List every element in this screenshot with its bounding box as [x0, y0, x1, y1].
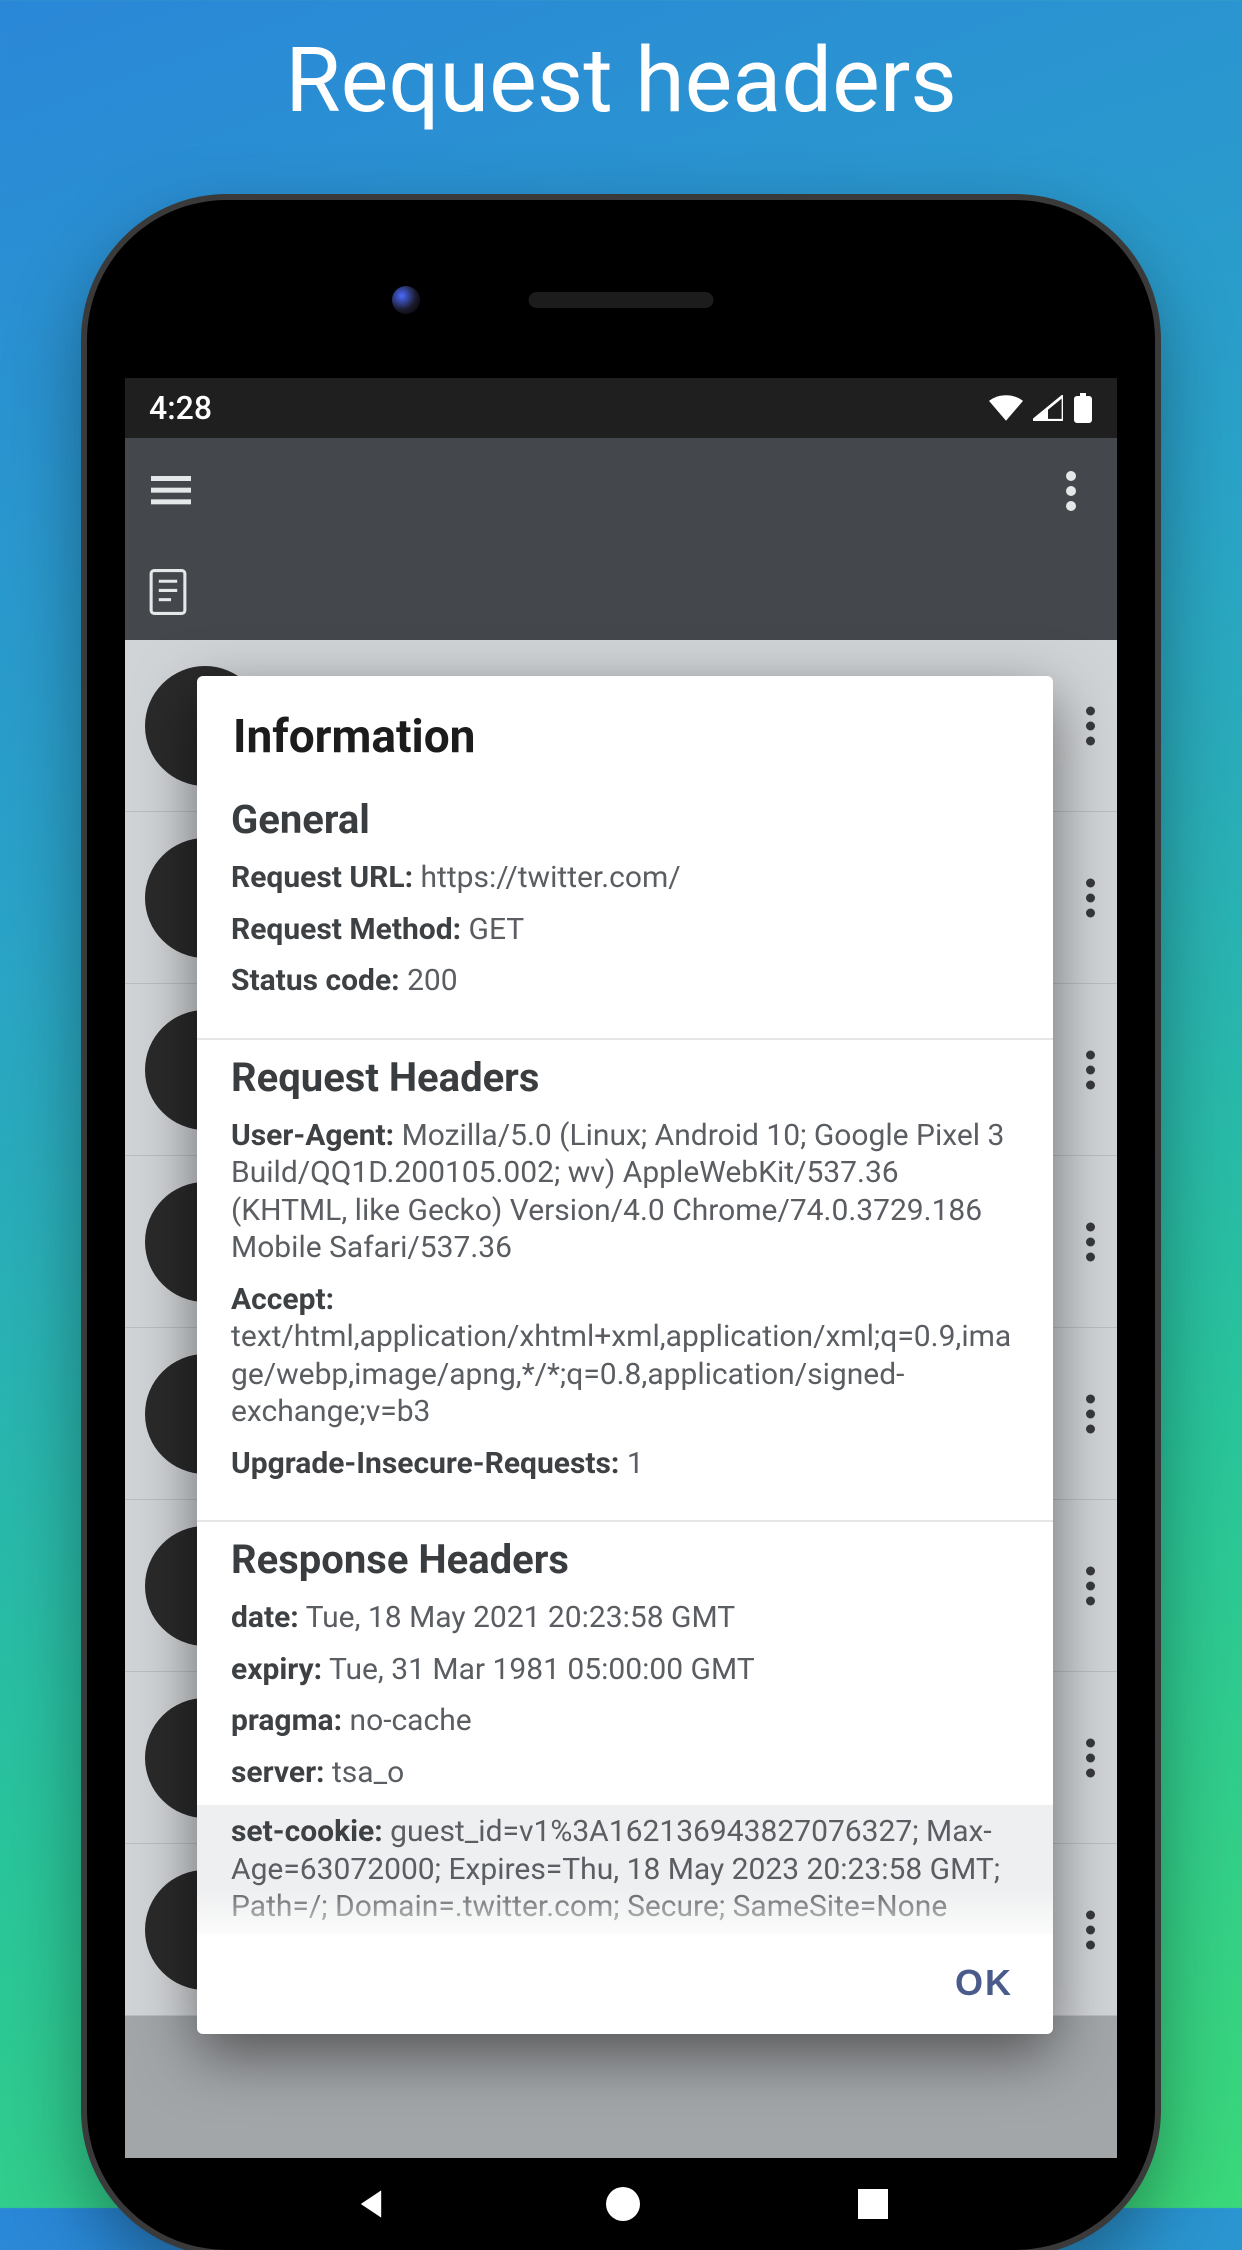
phone-frame: 4:28 ETETETETETETETsharedCore.fe7d3745.j… — [87, 200, 1155, 2250]
promo-title: Request headers — [0, 0, 1242, 133]
resp-server: server: tsa_o — [231, 1754, 1019, 1792]
general-method: Request Method: GET — [231, 911, 1019, 949]
req-user-agent: User-Agent: Mozilla/5.0 (Linux; Android … — [231, 1117, 1019, 1267]
signal-icon — [1033, 395, 1063, 421]
resp-expiry: expiry: Tue, 31 Mar 1981 05:00:00 GMT — [231, 1651, 1019, 1689]
row-overflow-icon[interactable] — [1086, 1050, 1095, 1089]
overflow-button[interactable] — [1049, 469, 1093, 513]
row-overflow-icon[interactable] — [1086, 1738, 1095, 1777]
section-request-headers: Request Headers User-Agent: Mozilla/5.0 … — [197, 1038, 1053, 1521]
dialog-body[interactable]: General Request URL: https://twitter.com… — [197, 782, 1053, 1944]
wifi-icon — [989, 395, 1023, 421]
row-overflow-icon[interactable] — [1086, 1222, 1095, 1261]
req-upgrade-insecure: Upgrade-Insecure-Requests: 1 — [231, 1445, 1019, 1483]
app-subbar — [125, 544, 1117, 640]
section-heading: Request Headers — [231, 1054, 1019, 1101]
status-time: 4:28 — [149, 389, 212, 427]
section-heading: General — [231, 796, 1019, 843]
android-navbar — [125, 2158, 1117, 2250]
section-response-headers: Response Headers date: Tue, 18 May 2021 … — [197, 1520, 1053, 1944]
row-overflow-icon[interactable] — [1086, 1910, 1095, 1949]
information-dialog: Information General Request URL: https:/… — [197, 676, 1053, 2034]
req-accept: Accept: text/html,application/xhtml+xml,… — [231, 1281, 1019, 1431]
battery-icon — [1073, 393, 1093, 423]
resp-date: date: Tue, 18 May 2021 20:23:58 GMT — [231, 1599, 1019, 1637]
menu-button[interactable] — [149, 469, 193, 513]
row-overflow-icon[interactable] — [1086, 1394, 1095, 1433]
row-overflow-icon[interactable] — [1086, 706, 1095, 745]
document-icon — [149, 569, 187, 615]
resp-set-cookie: set-cookie: guest_id=v1%3A16213694382707… — [197, 1805, 1053, 1934]
resp-pragma: pragma: no-cache — [231, 1702, 1019, 1740]
device-screen: 4:28 ETETETETETETETsharedCore.fe7d3745.j… — [125, 378, 1117, 2250]
section-heading: Response Headers — [231, 1536, 1019, 1583]
ok-button[interactable]: OK — [955, 1962, 1013, 2004]
status-bar: 4:28 — [125, 378, 1117, 438]
row-overflow-icon[interactable] — [1086, 1566, 1095, 1605]
general-url: Request URL: https://twitter.com/ — [231, 859, 1019, 897]
section-general: General Request URL: https://twitter.com… — [197, 782, 1053, 1038]
nav-recent-icon[interactable] — [858, 2189, 888, 2219]
general-status: Status code: 200 — [231, 962, 1019, 1000]
app-toolbar — [125, 438, 1117, 544]
dialog-title: Information — [197, 676, 1053, 782]
nav-back-icon[interactable] — [354, 2187, 388, 2221]
dialog-actions: OK — [197, 1944, 1053, 2034]
nav-home-icon[interactable] — [606, 2187, 640, 2221]
row-overflow-icon[interactable] — [1086, 878, 1095, 917]
